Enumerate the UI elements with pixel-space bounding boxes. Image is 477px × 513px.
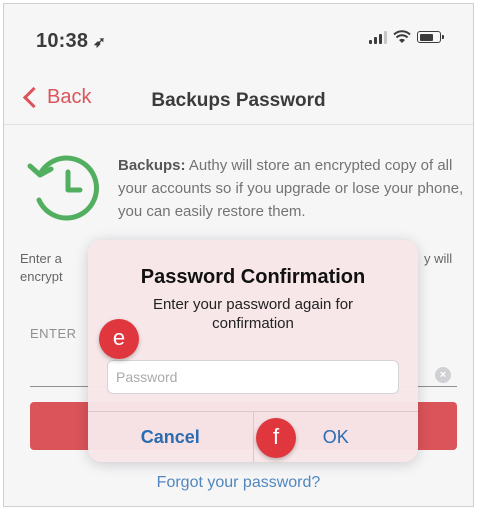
annotation-marker-f: f bbox=[256, 418, 296, 458]
password-confirmation-dialog: Password Confirmation Enter your passwor… bbox=[88, 240, 418, 462]
dialog-message: Enter your password again for confirmati… bbox=[152, 296, 354, 332]
phone-screen: 10:38 ➶ Back Backups Password Backups: Au… bbox=[3, 3, 474, 507]
confirm-password-input[interactable] bbox=[108, 361, 398, 393]
cancel-button[interactable]: Cancel bbox=[88, 412, 254, 462]
annotation-marker-e: e bbox=[99, 319, 139, 359]
dialog-title: Password Confirmation bbox=[140, 266, 366, 288]
password-input-container bbox=[107, 360, 399, 394]
dialog-actions: Cancel OK bbox=[88, 411, 418, 462]
